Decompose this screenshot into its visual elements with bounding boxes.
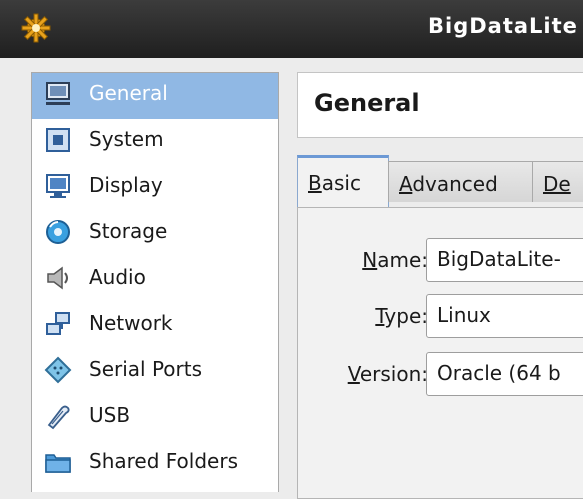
sidebar-item-label: Display [89,173,163,197]
sidebar-item-system[interactable]: System [32,119,278,165]
speaker-icon [47,266,68,290]
name-value: BigDataLite- [437,247,561,271]
tab-label: Advanced [399,172,498,196]
sidebar-item-label: Storage [89,219,168,243]
sidebar-item-label: Serial Ports [89,357,203,381]
sidebar-item-label: Network [89,311,173,335]
sidebar-item-label: System [89,127,164,151]
page-title: General [314,89,420,117]
basic-tab-panel: Name: BigDataLite- Type: Linux Version: … [297,207,583,499]
tab-mnemonic: B [308,171,322,195]
monitor-icon [46,82,70,105]
settings-category-list[interactable]: General System Display Storage Audio Net… [31,72,279,492]
sidebar-item-display[interactable]: Display [32,165,278,211]
display-icon [46,174,70,198]
folder-icon [45,454,71,473]
sidebar-item-label: USB [89,403,131,427]
tab-bar: Basic Advanced De [297,155,583,210]
label-rest: ersion: [359,362,428,386]
sidebar-item-usb[interactable]: USB [32,395,278,441]
label-mnemonic: V [347,362,360,386]
type-label: Type: [375,304,428,328]
sidebar-item-audio[interactable]: Audio [32,257,278,303]
type-select[interactable]: Linux [426,294,583,338]
title-bar: BigDataLite [0,0,583,58]
usb-icon [47,405,70,430]
version-select[interactable]: Oracle (64 b [426,352,583,396]
name-label: Name: [362,248,428,272]
name-field[interactable]: BigDataLite- [426,238,583,282]
version-value: Oracle (64 b [437,361,561,385]
version-label: Version: [348,362,428,386]
sidebar-item-storage[interactable]: Storage [32,211,278,257]
gear-icon[interactable] [20,12,52,44]
sidebar-item-label: General [89,81,168,105]
type-value: Linux [437,303,491,327]
section-header: General [297,72,583,138]
window-title: BigDataLite [428,14,578,38]
tab-advanced[interactable]: Advanced [388,161,533,202]
label-mnemonic: N [362,248,378,272]
tab-mnemonic: De [543,172,571,196]
tab-mnemonic: A [399,172,413,196]
sidebar-item-label: Audio [89,265,146,289]
chip-icon [46,128,70,152]
sidebar-item-serial-ports[interactable]: Serial Ports [32,349,278,395]
tab-label-rest: asic [321,171,361,195]
label-rest: ype: [384,304,428,328]
sidebar-item-label: Shared Folders [89,449,238,473]
tab-basic[interactable]: Basic [297,155,389,210]
tab-label: Basic [308,171,361,195]
serial-port-icon [44,356,72,384]
tab-description[interactable]: De [532,161,583,202]
label-rest: ame: [377,248,428,272]
sidebar-item-shared-folders[interactable]: Shared Folders [32,441,278,487]
disk-icon [46,220,70,244]
sidebar-item-network[interactable]: Network [32,303,278,349]
tab-label: De [543,172,571,196]
network-icon [46,312,70,335]
sidebar-item-general[interactable]: General [32,73,278,119]
tab-label-rest: dvanced [412,172,498,196]
